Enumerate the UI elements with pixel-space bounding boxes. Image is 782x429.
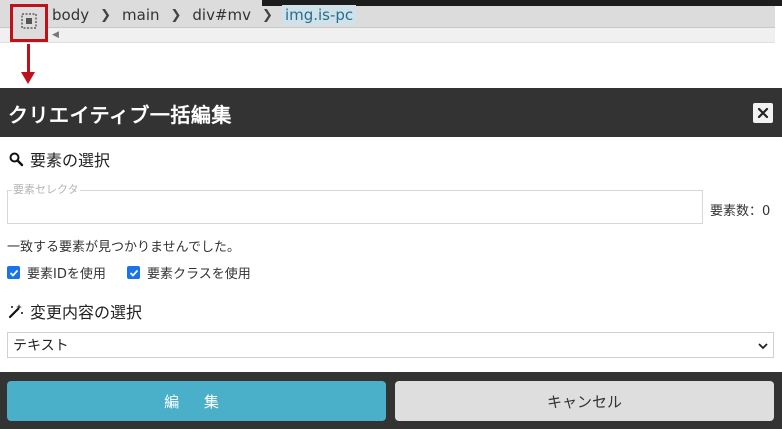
section-change-select-label: 変更内容の選択 — [30, 303, 143, 322]
breadcrumb: body ❯ main ❯ div#mv ❯ img.is-pc — [50, 4, 357, 26]
chevron-right-icon: ❯ — [100, 7, 112, 23]
magic-wand-icon — [8, 303, 24, 319]
scroll-left-icon[interactable]: ◀ — [52, 29, 62, 41]
chevron-right-icon: ❯ — [262, 7, 273, 23]
change-type-select[interactable]: テキスト — [7, 332, 774, 358]
element-breadcrumb-bar: ◀ body ❯ main ❯ div#mv ❯ img.is-pc — [0, 0, 782, 44]
dialog-title: クリエイティブ一括編集 — [8, 103, 232, 127]
not-found-message: 一致する要素が見つかりませんでした。 — [7, 240, 240, 255]
search-icon — [8, 151, 24, 167]
use-class-checkbox[interactable]: 要素クラスを使用 — [127, 263, 251, 282]
selector-input-label: 要素セレクタ — [12, 181, 80, 197]
edit-button[interactable]: 編 集 — [7, 381, 386, 421]
element-select-icon — [21, 13, 37, 33]
chevron-right-icon: ❯ — [170, 7, 182, 23]
breadcrumb-item-body[interactable]: body — [50, 6, 91, 24]
change-type-selected: テキスト — [13, 338, 69, 354]
element-count: 要素数：0 — [710, 204, 771, 219]
chevron-down-icon — [757, 340, 769, 356]
checkbox-checked-icon[interactable] — [127, 266, 140, 279]
selector-input[interactable] — [7, 190, 703, 224]
use-id-checkbox[interactable]: 要素IDを使用 — [7, 263, 106, 282]
close-button[interactable] — [753, 103, 773, 123]
use-class-label: 要素クラスを使用 — [147, 267, 251, 282]
breadcrumb-item-div-mv[interactable]: div#mv — [190, 6, 253, 24]
breadcrumb-item-main[interactable]: main — [120, 6, 161, 24]
callout-arrow-line — [27, 44, 30, 74]
close-icon — [757, 104, 769, 123]
breadcrumb-item-img[interactable]: img.is-pc — [281, 5, 357, 25]
section-element-select: 要素の選択 — [8, 147, 110, 171]
dialog-header: クリエイティブ一括編集 — [0, 88, 782, 137]
breadcrumb-scrollbar[interactable]: ◀ — [0, 28, 775, 43]
cancel-button[interactable]: キャンセル — [395, 381, 774, 421]
callout-arrow-head — [21, 72, 35, 84]
section-change-select: 変更内容の選択 — [8, 299, 142, 323]
section-element-select-label: 要素の選択 — [30, 151, 111, 170]
checkbox-checked-icon[interactable] — [7, 266, 20, 279]
use-id-label: 要素IDを使用 — [27, 267, 106, 282]
element-select-button[interactable] — [10, 4, 48, 42]
